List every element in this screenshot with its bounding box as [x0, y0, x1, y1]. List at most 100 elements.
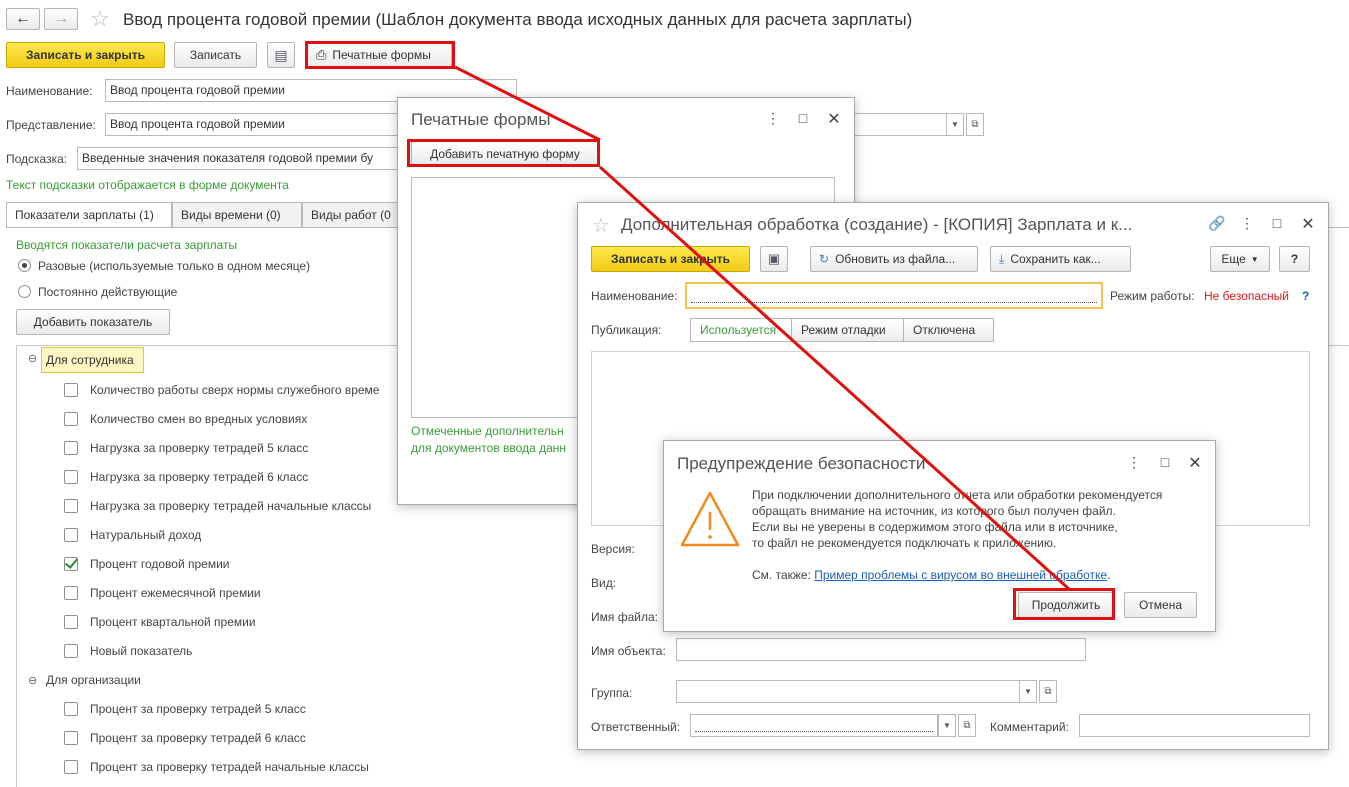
virus-example-link[interactable]: Пример проблемы с вирусом во внешней обр…: [814, 568, 1107, 582]
employee-indicator-label: Нагрузка за проверку тетрадей начальные …: [90, 499, 372, 513]
print-forms-note-1: Отмеченные дополнительн: [411, 424, 564, 438]
employee-indicator-row: Нагрузка за проверку тетрадей 5 класс: [64, 441, 404, 459]
maximize-icon[interactable]: □: [1270, 215, 1284, 231]
chevron-down-icon: ▼: [951, 120, 959, 129]
employee-indicator-checkbox[interactable]: [64, 383, 78, 397]
maximize-icon[interactable]: □: [796, 110, 810, 126]
responsible-field[interactable]: [690, 714, 938, 737]
tab-salary-indicators[interactable]: Показатели зарплаты (1): [6, 202, 172, 228]
mode-help[interactable]: ?: [1302, 289, 1309, 303]
filename-label: Имя файла:: [591, 610, 658, 624]
indicators-heading: Вводятся показатели расчета зарплаты: [16, 238, 238, 252]
print-forms-title: Печатные формы: [411, 110, 551, 129]
processing-name-field[interactable]: [685, 282, 1103, 309]
employee-indicator-checkbox[interactable]: [64, 412, 78, 426]
hint-label: Подсказка:: [6, 152, 68, 166]
org-indicator-row: Процент за проверку тетрадей 5 класс: [64, 702, 404, 720]
radio-constant[interactable]: [18, 285, 31, 298]
kind-label: Вид:: [591, 576, 617, 590]
cancel-button[interactable]: Отмена: [1124, 592, 1197, 618]
group-open[interactable]: ⧉: [1039, 680, 1057, 703]
employee-indicator-row: Натуральный доход: [64, 528, 404, 546]
org-indicator-label: Процент за проверку тетрадей 5 класс: [90, 702, 306, 716]
employee-indicator-checkbox[interactable]: [64, 528, 78, 542]
tab-work-types[interactable]: Виды работ (0: [302, 202, 402, 228]
publication-used[interactable]: Используется: [690, 318, 792, 342]
save-close-button[interactable]: Записать и закрыть: [6, 42, 165, 68]
chevron-down-icon: ▼: [1024, 687, 1032, 696]
employee-indicator-label: Новый показатель: [90, 644, 193, 658]
object-name-field[interactable]: [676, 638, 1086, 661]
employee-indicator-checkbox[interactable]: [64, 557, 78, 571]
add-indicator-button[interactable]: Добавить показатель: [16, 309, 170, 335]
collapse-icon[interactable]: ⊖: [28, 352, 37, 365]
more-button[interactable]: Еще ▼: [1210, 246, 1270, 272]
update-icon: ↻: [819, 252, 830, 266]
responsible-label: Ответственный:: [591, 720, 681, 734]
responsible-open[interactable]: ⧉: [958, 714, 976, 737]
close-icon[interactable]: ✕: [1188, 453, 1202, 473]
representation-open[interactable]: ⧉: [966, 113, 984, 136]
favorite-star-icon[interactable]: ☆: [592, 213, 610, 238]
processing-name-label: Наименование:: [591, 289, 678, 303]
radio-once-label: Разовые (используемые только в одном мес…: [38, 259, 311, 273]
hint-field[interactable]: Введенные значения показателя годовой пр…: [77, 147, 407, 170]
group-employee[interactable]: Для сотрудника: [41, 347, 144, 373]
org-indicator-checkbox[interactable]: [64, 731, 78, 745]
chevron-down-icon: ▼: [943, 721, 951, 730]
help-button[interactable]: ?: [1279, 246, 1310, 272]
radio-constant-label: Постоянно действующие: [38, 285, 178, 299]
add-print-form-button[interactable]: Добавить печатную форму: [411, 141, 599, 167]
employee-indicator-row: Процент квартальной премии: [64, 615, 404, 633]
continue-button[interactable]: Продолжить: [1018, 592, 1114, 618]
group-organization[interactable]: Для организации: [46, 673, 141, 687]
save-button[interactable]: Записать: [174, 42, 257, 68]
more-label: Еще: [1221, 252, 1246, 266]
printer-icon: ⎙: [316, 47, 327, 62]
close-icon[interactable]: ✕: [1301, 214, 1315, 234]
comment-field[interactable]: [1079, 714, 1310, 737]
employee-indicator-label: Нагрузка за проверку тетрадей 5 класс: [90, 441, 309, 455]
radio-once[interactable]: [18, 259, 31, 272]
print-forms-button[interactable]: ⎙ Печатные формы: [307, 42, 452, 68]
favorite-star-icon[interactable]: ☆: [90, 6, 110, 32]
employee-indicator-checkbox[interactable]: [64, 586, 78, 600]
more-vert-icon[interactable]: ⋮: [1127, 454, 1141, 471]
group-dropdown[interactable]: ▼: [1019, 680, 1037, 703]
employee-indicator-checkbox[interactable]: [64, 499, 78, 513]
publication-disabled[interactable]: Отключена: [903, 318, 994, 342]
chevron-down-icon: ▼: [1250, 254, 1259, 264]
employee-indicator-row: Процент годовой премии: [64, 557, 404, 575]
employee-indicator-row: Процент ежемесячной премии: [64, 586, 404, 604]
save-close-button[interactable]: Записать и закрыть: [591, 246, 750, 272]
save-disk-button[interactable]: ▣: [760, 246, 788, 272]
representation-label: Представление:: [6, 118, 96, 132]
employee-indicator-checkbox[interactable]: [64, 615, 78, 629]
representation-dropdown[interactable]: ▼: [946, 113, 964, 136]
publication-debug[interactable]: Режим отладки: [791, 318, 904, 342]
employee-indicator-checkbox[interactable]: [64, 470, 78, 484]
back-button[interactable]: ←: [6, 8, 40, 30]
org-indicator-checkbox[interactable]: [64, 702, 78, 716]
close-icon[interactable]: ✕: [827, 109, 841, 129]
employee-indicator-label: Процент квартальной премии: [90, 615, 256, 629]
employee-indicator-checkbox[interactable]: [64, 644, 78, 658]
group-field[interactable]: [676, 680, 1020, 703]
responsible-dropdown[interactable]: ▼: [938, 714, 956, 737]
more-vert-icon[interactable]: ⋮: [1240, 215, 1254, 232]
collapse-org-icon[interactable]: ⊖: [28, 674, 37, 687]
save-as-button[interactable]: ⤓ Сохранить как...: [990, 246, 1131, 272]
link-icon[interactable]: 🔗: [1208, 215, 1225, 232]
org-indicator-checkbox[interactable]: [64, 760, 78, 774]
update-from-file-label: Обновить из файла...: [835, 252, 956, 266]
tab-time-types[interactable]: Виды времени (0): [172, 202, 302, 228]
maximize-icon[interactable]: □: [1158, 454, 1172, 470]
more-vert-icon[interactable]: ⋮: [766, 110, 780, 127]
employee-indicator-row: Нагрузка за проверку тетрадей начальные …: [64, 499, 404, 517]
mode-value[interactable]: Не безопасный: [1204, 289, 1289, 303]
update-from-file-button[interactable]: ↻ Обновить из файла...: [810, 246, 978, 272]
list-button[interactable]: ▤: [267, 42, 295, 68]
forward-button[interactable]: →: [44, 8, 78, 30]
employee-indicator-label: Нагрузка за проверку тетрадей 6 класс: [90, 470, 309, 484]
employee-indicator-checkbox[interactable]: [64, 441, 78, 455]
